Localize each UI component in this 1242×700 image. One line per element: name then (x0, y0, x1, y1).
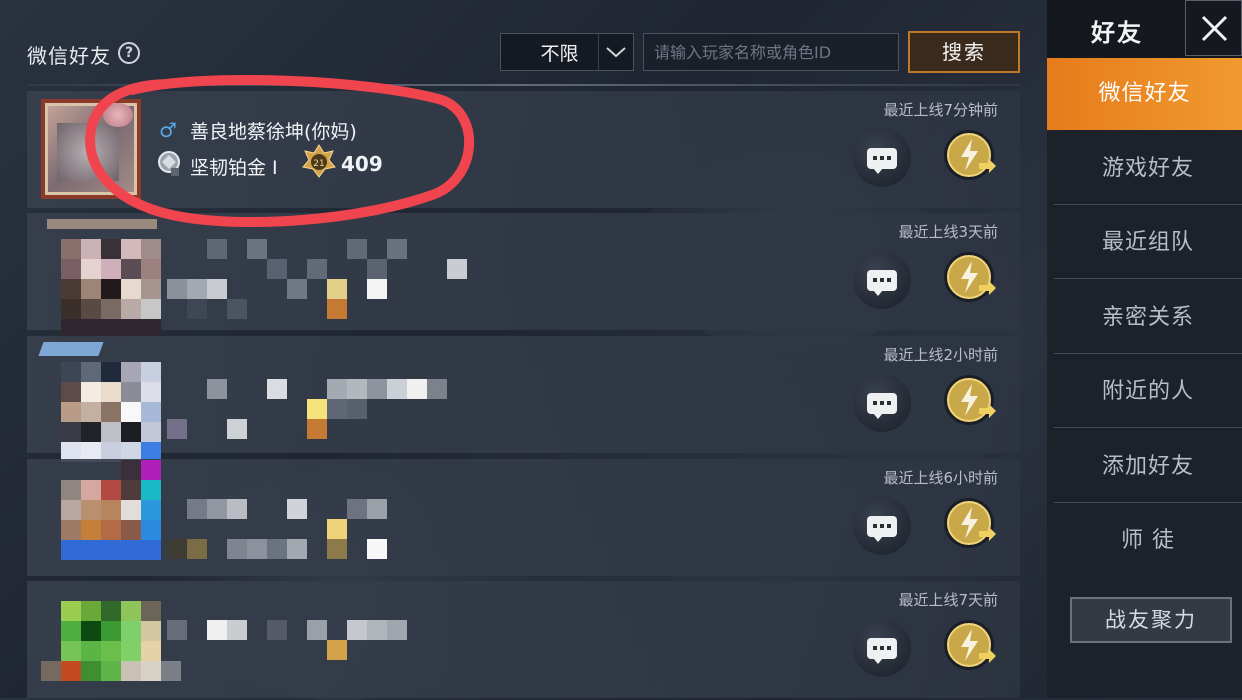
filter-dropdown[interactable]: 不限 (500, 33, 634, 71)
team-rally-button[interactable]: 战友聚力 (1070, 597, 1232, 643)
sidebar-title: 好友 (1091, 19, 1143, 47)
help-icon[interactable]: ? (118, 42, 140, 64)
chat-icon (867, 269, 897, 296)
red-annotation-circle (85, 74, 475, 228)
invite-button[interactable] (941, 372, 999, 430)
search-input[interactable] (643, 33, 899, 71)
sidebar-header: 好友 (1047, 0, 1242, 58)
search-button[interactable]: 搜索 (908, 31, 1020, 73)
chat-icon (867, 147, 897, 174)
sidebar-item-wechat-friends[interactable]: 微信好友 (1047, 58, 1242, 130)
invite-button[interactable] (941, 495, 999, 553)
chat-icon (867, 637, 897, 664)
chevron-down-icon (598, 34, 633, 70)
filter-value: 不限 (540, 42, 579, 65)
last-online: 最近上线2小时前 (883, 346, 998, 364)
invite-button[interactable] (941, 617, 999, 675)
sidebar-item-add-friend[interactable]: 添加好友 (1054, 431, 1242, 503)
invite-button[interactable] (941, 127, 999, 185)
invite-button[interactable] (941, 249, 999, 307)
friend-row[interactable]: 最近上线7天前 (27, 581, 1020, 698)
close-icon (1201, 15, 1228, 42)
sidebar-item-intimate[interactable]: 亲密关系 (1054, 282, 1242, 354)
chat-button[interactable] (853, 497, 911, 555)
chat-button[interactable] (853, 374, 911, 432)
last-online: 最近上线6小时前 (883, 469, 998, 487)
chat-icon (867, 515, 897, 542)
sidebar-item-game-friends[interactable]: 游戏好友 (1054, 133, 1242, 205)
friend-row[interactable]: 最近上线6小时前 (27, 459, 1020, 576)
friend-row[interactable]: 最近上线2小时前 (27, 336, 1020, 462)
chat-button[interactable] (853, 129, 911, 187)
chat-button[interactable] (853, 619, 911, 677)
chat-icon (867, 392, 897, 419)
last-online: 最近上线7天前 (898, 591, 998, 609)
sidebar: 好友 微信好友 游戏好友 最近组队 亲密关系 附近的人 添加好友 师 徒 战友聚… (1047, 0, 1242, 698)
sidebar-item-nearby[interactable]: 附近的人 (1054, 356, 1242, 428)
chat-button[interactable] (853, 251, 911, 309)
page-title: 微信好友 (27, 44, 111, 68)
sidebar-item-mentorship[interactable]: 师 徒 (1054, 505, 1242, 577)
last-online: 最近上线7分钟前 (883, 101, 998, 119)
sidebar-item-recent-teams[interactable]: 最近组队 (1054, 207, 1242, 279)
close-button[interactable] (1185, 0, 1242, 56)
last-online: 最近上线3天前 (898, 223, 998, 241)
